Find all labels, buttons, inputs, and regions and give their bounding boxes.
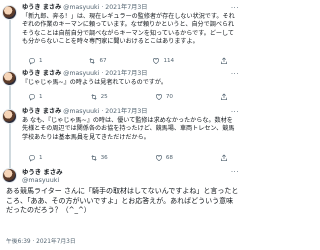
retweet-button[interactable]: 25 bbox=[90, 93, 108, 101]
avatar[interactable] bbox=[2, 168, 17, 183]
tweet-header: ゆうき まさみ @masyuuki · 2021年7月3日 bbox=[22, 108, 147, 116]
tweet-actions: 1 25 70 bbox=[28, 92, 228, 101]
retweet-icon bbox=[89, 57, 96, 64]
reply-button[interactable]: 1 bbox=[28, 57, 43, 65]
share-icon bbox=[221, 154, 227, 161]
thread-line bbox=[9, 20, 11, 182]
separator: · bbox=[101, 4, 104, 11]
avatar[interactable] bbox=[2, 5, 17, 20]
tweet-actions: 1 67 114 bbox=[28, 56, 228, 65]
retweet-icon bbox=[91, 93, 97, 100]
reply-count: 1 bbox=[39, 57, 43, 64]
more-menu-icon[interactable]: ··· bbox=[231, 70, 239, 78]
separator: · bbox=[101, 70, 104, 77]
tweet-text: あ なも、『じゃじゃ馬~』の時は、優いて監修は求めなかったからな。数材を先様とそ… bbox=[22, 117, 235, 141]
more-menu-icon[interactable]: ··· bbox=[231, 4, 239, 12]
tweet-header: ゆうき まさみ @masyuuki · 2021年7月3日 bbox=[22, 70, 147, 78]
retweet-count: 36 bbox=[100, 154, 108, 161]
reply-count: 1 bbox=[39, 93, 43, 100]
tweet-date[interactable]: 2021年7月3日 bbox=[105, 4, 147, 12]
tweet-text: 『じゃじゃ馬~』の時ようは見者れているのですが。 bbox=[22, 79, 167, 86]
share-button[interactable] bbox=[220, 93, 228, 101]
reply-button[interactable]: 1 bbox=[28, 154, 43, 162]
like-button[interactable]: 70 bbox=[155, 93, 173, 101]
tweet-header: ゆうき まさみ @masyuuki · 2021年7月3日 bbox=[22, 4, 147, 12]
retweet-count: 25 bbox=[100, 93, 108, 100]
more-menu-icon[interactable]: ··· bbox=[231, 168, 239, 176]
more-menu-icon[interactable]: ··· bbox=[231, 108, 239, 116]
author-handle[interactable]: @masyuuki bbox=[63, 70, 99, 78]
author-name[interactable]: ゆうき まさみ bbox=[22, 70, 61, 78]
retweet-icon bbox=[91, 154, 97, 161]
avatar[interactable] bbox=[2, 109, 17, 124]
share-button[interactable] bbox=[220, 57, 228, 65]
heart-icon bbox=[155, 154, 162, 161]
like-count: 68 bbox=[165, 154, 173, 161]
retweet-button[interactable]: 67 bbox=[88, 57, 107, 65]
share-icon bbox=[221, 93, 227, 100]
avatar[interactable] bbox=[2, 71, 17, 86]
like-count: 114 bbox=[163, 57, 175, 64]
tweet-text: 「新九郎、奔る！」は、現在レギュラーの監修者が存在しない状況です。それぞれの作業… bbox=[22, 13, 235, 45]
author-name[interactable]: ゆうき まさみ bbox=[22, 168, 63, 176]
author-name[interactable]: ゆうき まさみ bbox=[22, 4, 61, 12]
separator: · bbox=[101, 108, 104, 115]
tweet-date[interactable]: 2021年7月3日 bbox=[105, 70, 147, 78]
like-button[interactable]: 68 bbox=[155, 154, 173, 162]
reply-icon bbox=[28, 57, 36, 65]
main-tweet-header: ゆうき まさみ @masyuuki bbox=[22, 168, 63, 184]
share-icon bbox=[221, 57, 227, 64]
author-handle[interactable]: @masyuuki bbox=[63, 108, 99, 116]
reply-icon bbox=[28, 93, 36, 101]
author-handle[interactable]: @masyuuki bbox=[63, 4, 99, 12]
tweet-date[interactable]: 2021年7月3日 bbox=[105, 108, 147, 116]
tweet-text: ある競馬ライター さんに「騎手の取材はしてないんですよね」と言ったところ、「ああ… bbox=[6, 187, 239, 214]
tweet-actions: 1 36 68 bbox=[28, 153, 228, 162]
author-handle[interactable]: @masyuuki bbox=[22, 176, 63, 184]
tweet-timestamp[interactable]: 午後6:39 · 2021年7月3日 bbox=[6, 238, 76, 246]
retweet-count: 67 bbox=[99, 57, 107, 64]
share-button[interactable] bbox=[220, 154, 228, 162]
reply-count: 1 bbox=[39, 154, 43, 161]
like-button[interactable]: 114 bbox=[152, 57, 174, 65]
heart-icon bbox=[153, 57, 160, 64]
retweet-button[interactable]: 36 bbox=[90, 154, 108, 162]
author-name[interactable]: ゆうき まさみ bbox=[22, 108, 61, 116]
like-count: 70 bbox=[165, 93, 173, 100]
reply-button[interactable]: 1 bbox=[28, 93, 43, 101]
reply-icon bbox=[28, 154, 36, 162]
heart-icon bbox=[155, 93, 162, 100]
